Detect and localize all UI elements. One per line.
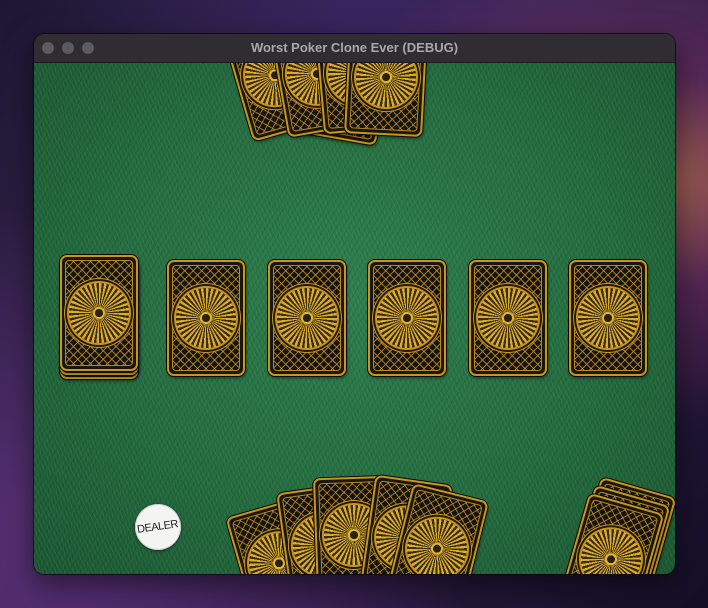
title-bar[interactable]: Worst Poker Clone Ever (DEBUG) xyxy=(34,34,675,63)
community-card xyxy=(167,260,245,376)
dealer-button: DEALER xyxy=(135,504,181,550)
community-card xyxy=(268,260,346,376)
opponent-card xyxy=(344,63,429,138)
deck-card[interactable] xyxy=(60,255,138,371)
community-card xyxy=(469,260,547,376)
community-card xyxy=(569,260,647,376)
dealer-button-label: DEALER xyxy=(136,518,180,536)
community-card xyxy=(368,260,446,376)
window-title: Worst Poker Clone Ever (DEBUG) xyxy=(250,40,459,55)
game-window: Worst Poker Clone Ever (DEBUG) DEALER xyxy=(34,34,675,574)
poker-table: DEALER xyxy=(34,63,675,574)
